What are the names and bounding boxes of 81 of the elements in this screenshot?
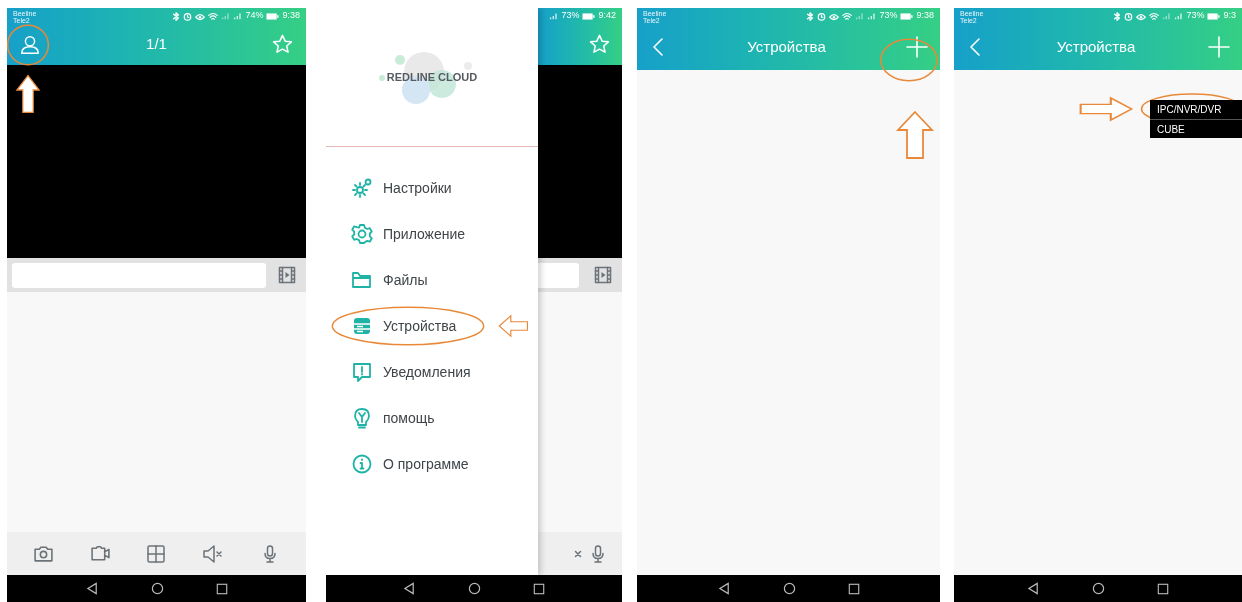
eye-icon: [829, 11, 840, 21]
back-icon[interactable]: [1027, 582, 1040, 595]
recent-apps-icon[interactable]: [215, 582, 228, 595]
wifi-icon: [208, 11, 219, 21]
server-icon: [351, 315, 373, 337]
clock-time: 9:3: [1223, 9, 1236, 23]
wifi-icon: [1149, 11, 1160, 21]
battery-icon: [1207, 12, 1221, 20]
signal-icon: [221, 12, 231, 20]
clock-time: 9:38: [282, 9, 300, 23]
star-icon: [271, 33, 295, 56]
wifi-icon: [842, 11, 853, 21]
recent-apps-icon[interactable]: [533, 582, 545, 595]
back-icon[interactable]: [403, 582, 416, 595]
signal-icon: [855, 12, 865, 20]
battery-icon: [582, 12, 596, 20]
highlight-ellipse: [880, 38, 938, 82]
back-icon[interactable]: [717, 582, 731, 595]
folder-icon: [351, 269, 373, 291]
chevron-left-icon: [969, 37, 981, 57]
menu-item[interactable]: CUBE: [1150, 119, 1242, 138]
alarm-icon: [183, 11, 193, 21]
clock-time: 9:38: [916, 9, 934, 23]
info-icon: [351, 453, 373, 475]
search-field[interactable]: [12, 262, 266, 288]
bluetooth-icon: [172, 11, 181, 21]
grid-icon[interactable]: [146, 543, 167, 564]
menu-item[interactable]: Приложение: [326, 211, 538, 257]
menu-item[interactable]: помощь: [326, 395, 538, 441]
clock-time: 9:42: [598, 9, 616, 23]
search-field[interactable]: [538, 262, 579, 288]
chevron-left-icon: [652, 37, 664, 57]
eye-icon: [195, 11, 206, 21]
signal-icon: [1174, 12, 1184, 20]
battery-percentage: 73%: [879, 9, 898, 23]
add-button[interactable]: [904, 34, 930, 60]
pointer-arrow: [498, 314, 530, 338]
screen-title: Устройства: [1056, 36, 1136, 57]
home-icon[interactable]: [782, 582, 796, 595]
signal-icon: [549, 12, 559, 20]
battery-icon: [900, 12, 914, 20]
alarm-icon: [1124, 11, 1134, 21]
home-icon[interactable]: [468, 582, 481, 595]
menu-item[interactable]: Файлы: [326, 257, 538, 303]
alarm-icon: [817, 11, 827, 21]
plus-icon: [906, 36, 928, 58]
battery-percentage: 73%: [561, 9, 580, 23]
camera-icon[interactable]: [32, 543, 54, 564]
settings-icon: [351, 177, 373, 199]
settings-icon: [351, 223, 373, 245]
menu-item[interactable]: Настройки: [326, 165, 538, 211]
signal-icon: [1162, 12, 1172, 20]
menu-item[interactable]: Уведомления: [326, 349, 538, 395]
pointer-arrow: [15, 74, 41, 114]
logo-text: REDLINE CLOUD: [386, 69, 478, 85]
home-icon[interactable]: [1092, 582, 1105, 595]
user-icon: [19, 33, 41, 56]
menu-item[interactable]: О программе: [326, 441, 538, 487]
page-counter: 1/1: [146, 34, 167, 55]
menu-item[interactable]: Устройства: [326, 303, 538, 349]
bluetooth-icon: [806, 11, 815, 21]
battery-percentage: 74%: [245, 9, 264, 23]
film-icon[interactable]: [594, 266, 612, 284]
battery-percentage: 73%: [1186, 9, 1205, 23]
battery-icon: [266, 12, 280, 20]
signal-icon: [867, 12, 877, 20]
back-icon[interactable]: [85, 582, 99, 595]
star-icon: [587, 33, 611, 56]
bluetooth-icon: [1113, 11, 1122, 21]
lightbulb-icon: [351, 407, 373, 429]
plus-icon: [1208, 36, 1230, 58]
recent-apps-icon[interactable]: [1157, 582, 1169, 595]
film-icon[interactable]: [278, 266, 296, 284]
video-camera-icon[interactable]: [89, 543, 111, 564]
signal-icon: [233, 12, 243, 20]
home-icon[interactable]: [150, 582, 164, 595]
pointer-arrow: [895, 110, 935, 160]
recent-apps-icon[interactable]: [847, 582, 860, 595]
eye-icon: [1136, 11, 1147, 21]
alert-icon: [351, 361, 373, 383]
screen-title: Устройства: [747, 36, 826, 57]
